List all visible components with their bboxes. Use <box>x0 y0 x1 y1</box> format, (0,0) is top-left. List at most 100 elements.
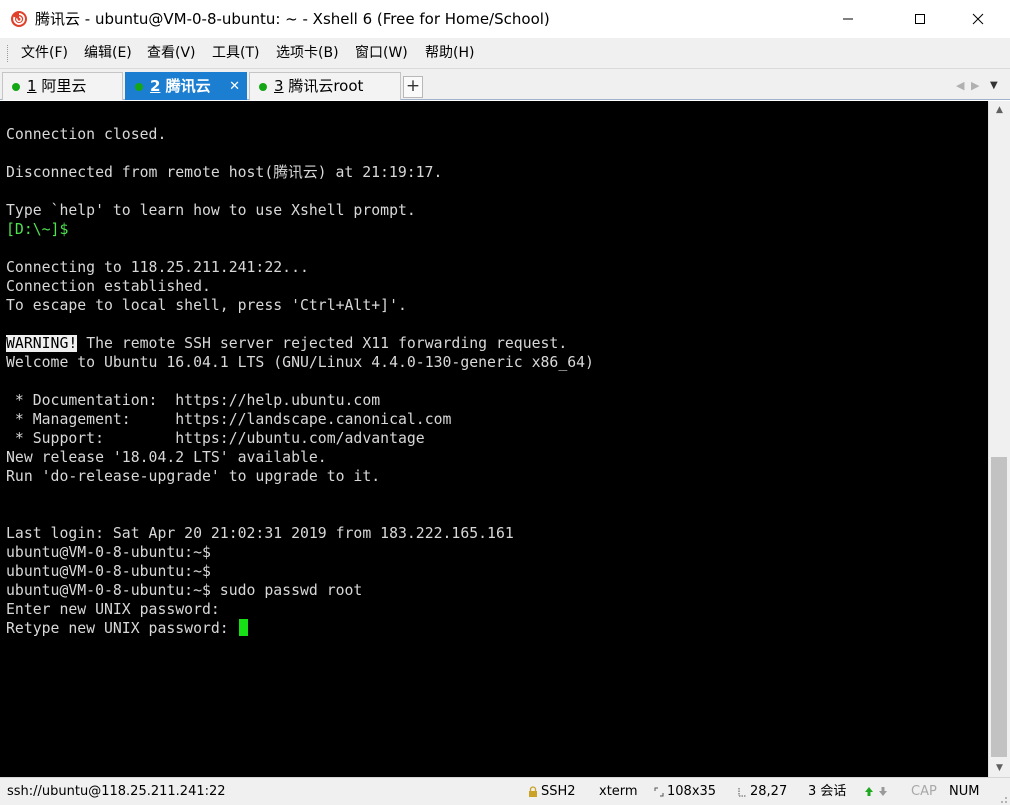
terminal-line: * Documentation: https://help.ubuntu.com <box>6 391 594 410</box>
terminal-line: * Management: https://landscape.canonica… <box>6 410 594 429</box>
terminal-text: ubuntu@VM-0-8-ubuntu:~$ <box>6 544 211 561</box>
resize-icon <box>654 787 664 796</box>
terminal-text: Last login: Sat Apr 20 21:02:31 2019 fro… <box>6 525 514 542</box>
tab-aliyun[interactable]: 1 阿里云 <box>2 72 123 100</box>
terminal-text: Connection established. <box>6 278 211 295</box>
terminal-line: Run 'do-release-upgrade' to upgrade to i… <box>6 467 594 486</box>
terminal-line: Disconnected from remote host(腾讯云) at 21… <box>6 163 594 182</box>
scrollbar-thumb[interactable] <box>991 457 1007 757</box>
xshell-app-icon[interactable] <box>10 10 28 28</box>
scroll-up-icon[interactable]: ▲ <box>989 101 1010 119</box>
connected-status-dot <box>135 83 143 91</box>
tab-number: 2 <box>150 77 161 95</box>
title-bar: 腾讯云 - ubuntu@VM-0-8-ubuntu: ~ - Xshell 6… <box>0 0 1010 38</box>
status-cursor-position: 28,27 <box>737 778 787 805</box>
tab-scroll-left-icon[interactable]: ◀ <box>956 72 964 100</box>
status-transfer-indicator <box>864 778 888 805</box>
terminal-text: New release '18.04.2 LTS' available. <box>6 449 327 466</box>
terminal-line: Connecting to 118.25.211.241:22... <box>6 258 594 277</box>
menu-help[interactable]: 帮助(H) <box>425 38 474 69</box>
tab-label: 腾讯云root <box>288 77 364 95</box>
connected-status-dot <box>12 83 20 91</box>
tab-list-dropdown-icon[interactable]: ▼ <box>990 72 998 100</box>
tab-bar: 1 阿里云 2 腾讯云 ✕ 3 腾讯云root <box>0 69 1010 100</box>
download-arrow-icon <box>879 787 888 796</box>
terminal-text: Disconnected from remote host(腾讯云) at 21… <box>6 164 443 181</box>
menu-tools[interactable]: 工具(T) <box>212 38 259 69</box>
terminal-line: Last login: Sat Apr 20 21:02:31 2019 fro… <box>6 524 594 543</box>
terminal-line: ubuntu@VM-0-8-ubuntu:~$ <box>6 562 594 581</box>
terminal-text: Type `help' to learn how to use Xshell p… <box>6 202 416 219</box>
status-terminal-size: 108x35 <box>654 778 716 805</box>
close-icon <box>972 13 984 25</box>
add-tab-button[interactable]: + <box>403 76 423 98</box>
status-num-lock: NUM <box>949 784 980 799</box>
resize-grip-icon[interactable] <box>996 792 1008 804</box>
terminal-text: To escape to local shell, press 'Ctrl+Al… <box>6 297 407 314</box>
tab-scroll-right-icon[interactable]: ▶ <box>971 72 979 100</box>
lock-icon <box>529 785 537 797</box>
menu-bar: 文件(F) 编辑(E) 查看(V) 工具(T) 选项卡(B) 窗口(W) 帮助(… <box>0 38 1010 69</box>
tab-number: 3 <box>274 77 284 95</box>
minimize-button[interactable] <box>825 0 871 38</box>
tab-tencent-cloud-root[interactable]: 3 腾讯云root <box>249 72 401 100</box>
minimize-icon <box>843 18 853 20</box>
terminal-line: ubuntu@VM-0-8-ubuntu:~$ <box>6 543 594 562</box>
terminal-text: Welcome to Ubuntu 16.04.1 LTS (GNU/Linux… <box>6 354 594 371</box>
tab-label: 腾讯云 <box>165 77 211 95</box>
terminal-text: ubuntu@VM-0-8-ubuntu:~$ <box>6 563 211 580</box>
status-session-count: 3 会话 <box>808 784 847 799</box>
terminal-line: Welcome to Ubuntu 16.04.1 LTS (GNU/Linux… <box>6 353 594 372</box>
menu-edit[interactable]: 编辑(E) <box>84 38 132 69</box>
terminal-text: ubuntu@VM-0-8-ubuntu:~$ sudo passwd root <box>6 582 363 599</box>
tab-tencent-cloud[interactable]: 2 腾讯云 ✕ <box>125 72 247 100</box>
close-window-button[interactable] <box>955 0 1001 38</box>
scroll-down-icon[interactable]: ▼ <box>989 759 1010 777</box>
terminal-text: Enter new UNIX password: <box>6 601 220 618</box>
connected-status-dot <box>259 83 267 91</box>
terminal-text: * Support: https://ubuntu.com/advantage <box>6 430 425 447</box>
terminal-line: Connection established. <box>6 277 594 296</box>
window-title: 腾讯云 - ubuntu@VM-0-8-ubuntu: ~ - Xshell 6… <box>35 10 550 28</box>
terminal-line: To escape to local shell, press 'Ctrl+Al… <box>6 296 594 315</box>
cursor-position-icon <box>738 787 746 796</box>
status-bar: ssh://ubuntu@118.25.211.241:22 SSH2 xter… <box>0 777 1010 805</box>
menu-grip-handle[interactable] <box>7 45 10 62</box>
menu-view[interactable]: 查看(V) <box>147 38 196 69</box>
terminal-scrollbar[interactable]: ▲ ▼ <box>988 101 1010 777</box>
warning-highlight: WARNING! <box>6 335 78 352</box>
terminal-line: Type `help' to learn how to use Xshell p… <box>6 201 594 220</box>
terminal-line: * Support: https://ubuntu.com/advantage <box>6 429 594 448</box>
terminal-line: [D:\~]$ <box>6 220 594 239</box>
local-shell-prompt: [D:\~]$ <box>6 221 69 238</box>
menu-file[interactable]: 文件(F) <box>21 38 68 69</box>
terminal-line: WARNING! The remote SSH server rejected … <box>6 334 594 353</box>
maximize-button[interactable] <box>897 0 943 38</box>
terminal-line: Retype new UNIX password: <box>6 619 594 638</box>
menu-window[interactable]: 窗口(W) <box>355 38 408 69</box>
menu-tabs[interactable]: 选项卡(B) <box>276 38 339 69</box>
status-caps-lock: CAP <box>911 784 937 799</box>
terminal-cursor <box>238 619 248 636</box>
terminal-text: Run 'do-release-upgrade' to upgrade to i… <box>6 468 381 485</box>
warning-message: The remote SSH server rejected X11 forwa… <box>77 335 568 352</box>
terminal-text: * Management: https://landscape.canonica… <box>6 411 452 428</box>
terminal-output[interactable]: Connection closed. Disconnected from remo… <box>0 101 988 777</box>
terminal-line: Enter new UNIX password: <box>6 600 594 619</box>
status-connection: ssh://ubuntu@118.25.211.241:22 <box>7 784 226 799</box>
terminal-line: ubuntu@VM-0-8-ubuntu:~$ sudo passwd root <box>6 581 594 600</box>
terminal-line: New release '18.04.2 LTS' available. <box>6 448 594 467</box>
terminal-line: Connection closed. <box>6 125 594 144</box>
tab-close-icon[interactable]: ✕ <box>229 73 240 100</box>
maximize-icon <box>915 14 925 24</box>
terminal-text: Connecting to 118.25.211.241:22... <box>6 259 309 276</box>
tab-label: 阿里云 <box>41 77 87 95</box>
terminal-text: Connection closed. <box>6 126 167 143</box>
